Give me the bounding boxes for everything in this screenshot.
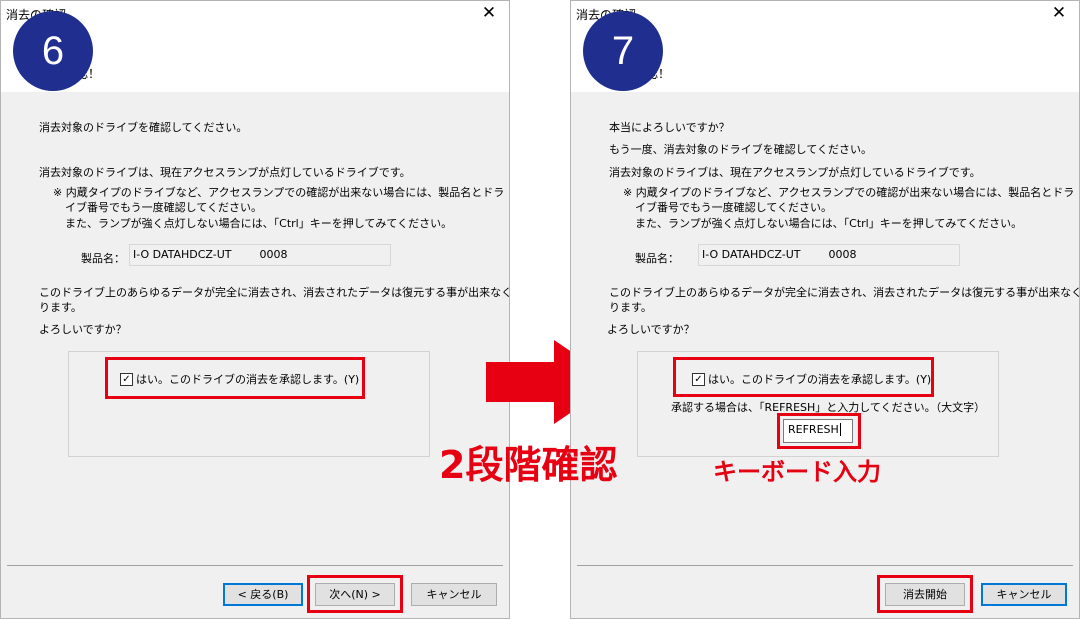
cancel-button[interactable]: キャンセル bbox=[981, 583, 1067, 606]
product-field: I-O DATAHDCZ-UT 0008 bbox=[698, 244, 960, 266]
step-badge: 7 bbox=[583, 11, 663, 91]
note-line-3: また、ランプが強く点灯しない場合には、「Ctrl」キーを押してみてください。 bbox=[635, 217, 1023, 230]
warning-line-1: このドライブ上のあらゆるデータが完全に消去され、消去されたデータは復元する事が出… bbox=[39, 286, 510, 299]
product-label: 製品名： bbox=[635, 252, 679, 265]
intro-text: 消去対象のドライブを確認してください。 bbox=[39, 121, 248, 134]
product-field: I-O DATAHDCZ-UT 0008 bbox=[129, 244, 391, 266]
divider bbox=[577, 565, 1073, 566]
note-line-2: イブ番号でもう一度確認してください。 bbox=[65, 201, 263, 214]
confirm-dialog-step6: 消去の確認 ✕ 確認！ 消去対象のドライブを確認してください。 消去対象のドライ… bbox=[0, 0, 510, 619]
highlight-box-input bbox=[777, 413, 861, 449]
keyboard-caption: キーボード入力 bbox=[713, 458, 881, 486]
confirm-question: よろしいですか？ bbox=[39, 323, 127, 336]
highlight-box-checkbox bbox=[673, 357, 934, 397]
step-badge: 6 bbox=[13, 11, 93, 91]
cancel-button[interactable]: キャンセル bbox=[411, 583, 497, 606]
close-icon[interactable]: ✕ bbox=[1049, 3, 1069, 23]
warning-line-2: ります。 bbox=[39, 301, 82, 314]
highlight-box-start bbox=[877, 575, 973, 613]
product-label: 製品名： bbox=[81, 252, 125, 265]
two-step-caption: 2段階確認 bbox=[439, 443, 618, 487]
divider bbox=[7, 565, 503, 566]
highlight-box-next bbox=[307, 575, 403, 613]
back-button[interactable]: < 戻る(B) bbox=[223, 583, 303, 606]
question-line-1: 本当によろしいですか？ bbox=[609, 121, 730, 134]
confirm-question: よろしいですか？ bbox=[607, 323, 695, 336]
warning-line-1: このドライブ上のあらゆるデータが完全に消去され、消去されたデータは復元する事が出… bbox=[609, 286, 1080, 299]
question-line-2: もう一度、消去対象のドライブを確認してください。 bbox=[609, 143, 873, 156]
description-text: 消去対象のドライブは、現在アクセスランプが点灯しているドライブです。 bbox=[39, 166, 411, 179]
confirm-dialog-step7: 消去の確認 ✕ 確認！ 本当によろしいですか？ もう一度、消去対象のドライブを確… bbox=[570, 0, 1080, 619]
note-line-2: イブ番号でもう一度確認してください。 bbox=[635, 201, 833, 214]
description-text: 消去対象のドライブは、現在アクセスランプが点灯しているドライブです。 bbox=[609, 166, 981, 179]
highlight-box-checkbox bbox=[105, 357, 365, 399]
note-line-1: ※ 内蔵タイプのドライブなど、アクセスランプでの確認が出来ない場合には、製品名と… bbox=[623, 186, 1075, 199]
note-line-1: ※ 内蔵タイプのドライブなど、アクセスランプでの確認が出来ない場合には、製品名と… bbox=[53, 186, 505, 199]
warning-line-2: ります。 bbox=[609, 301, 652, 314]
close-icon[interactable]: ✕ bbox=[479, 3, 499, 23]
note-line-3: また、ランプが強く点灯しない場合には、「Ctrl」キーを押してみてください。 bbox=[65, 217, 453, 230]
